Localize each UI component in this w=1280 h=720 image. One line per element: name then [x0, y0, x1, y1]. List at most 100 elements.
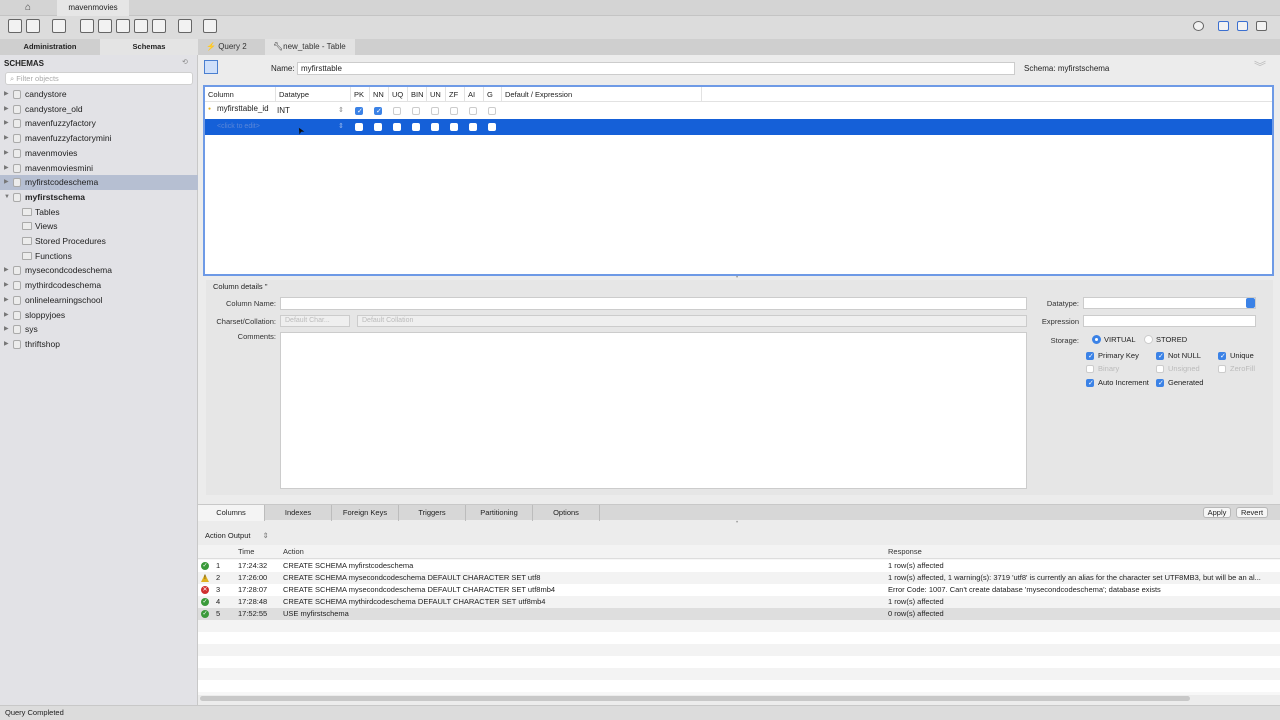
splitter-handle[interactable]: • — [736, 520, 738, 526]
output-row[interactable] — [198, 668, 1280, 680]
collapse-chevron-icon[interactable]: ︾ — [1254, 58, 1266, 75]
home-tab[interactable]: ⌂ — [0, 0, 56, 16]
radio-virtual[interactable]: VIRTUAL — [1092, 335, 1136, 345]
grid-header[interactable]: BIN — [408, 87, 427, 102]
flag-checkbox-un[interactable] — [431, 123, 439, 131]
output-row[interactable]: ✓ 4 17:28:48 CREATE SCHEMA mythirdcodeschem… — [198, 596, 1280, 608]
schema-item[interactable]: ▶ mythirdcodeschema — [0, 278, 198, 293]
tab-new-table[interactable]: 🔧︎new_table - Table — [265, 39, 355, 55]
output-row[interactable] — [198, 620, 1280, 632]
toolbar-button-icon[interactable] — [134, 19, 148, 33]
grid-header[interactable]: ZF — [446, 87, 465, 102]
toolbar-button-icon[interactable] — [116, 19, 130, 33]
grid-header[interactable]: Datatype — [276, 87, 351, 102]
flag-checkbox-g[interactable] — [488, 123, 496, 131]
schema-item[interactable]: ▼ myfirstschema — [0, 190, 198, 205]
refresh-icon[interactable]: ⟲ — [182, 58, 188, 66]
toolbar-button-icon[interactable] — [152, 19, 166, 33]
collapsed-triangle-icon[interactable]: ▶ — [4, 263, 9, 278]
output-row[interactable] — [198, 632, 1280, 644]
checkbox-primary-key[interactable]: Primary Key — [1086, 351, 1139, 362]
toolbar-button-icon[interactable] — [26, 19, 40, 33]
schema-item[interactable]: ▶ mavenmovies — [0, 146, 198, 161]
collapsed-triangle-icon[interactable]: ▶ — [4, 175, 9, 190]
flag-checkbox-uq[interactable] — [393, 107, 401, 115]
collation-select[interactable]: Default Collation — [357, 315, 1027, 327]
output-row[interactable]: ✕ 3 17:28:07 CREATE SCHEMA mysecondcodesche… — [198, 584, 1280, 596]
output-row[interactable]: ✓ 1 17:24:32 CREATE SCHEMA myfirstcodeschem… — [198, 560, 1280, 572]
toggle-sidebar-icon[interactable] — [1218, 21, 1229, 31]
schema-child-item[interactable]: Stored Procedures — [0, 234, 198, 249]
table-name-input[interactable]: myfirsttable — [297, 62, 1015, 75]
toolbar-button-icon[interactable] — [8, 19, 22, 33]
flag-checkbox-nn[interactable] — [374, 107, 382, 115]
flag-checkbox-bin[interactable] — [412, 107, 420, 115]
checkbox-not-null[interactable]: Not NULL — [1156, 351, 1201, 362]
flag-checkbox-nn[interactable] — [374, 123, 382, 131]
toggle-secondary-sidebar-icon[interactable] — [1256, 21, 1267, 31]
schema-item[interactable]: ▶ myfirstcodeschema — [0, 175, 198, 190]
radio-stored[interactable]: STORED — [1144, 335, 1187, 345]
schema-item[interactable]: ▶ mavenfuzzyfactory — [0, 116, 198, 131]
grid-header[interactable]: PK — [351, 87, 370, 102]
output-row[interactable]: ! 2 17:26:00 CREATE SCHEMA mysecondcodesche… — [198, 572, 1280, 584]
flag-checkbox-zf[interactable] — [450, 107, 458, 115]
tab-query-2[interactable]: ⚡ Query 2 — [198, 39, 265, 55]
checkbox-unique[interactable]: Unique — [1218, 351, 1254, 362]
schema-item[interactable]: ▶ thriftshop — [0, 337, 198, 352]
datatype-stepper-icon[interactable]: ⇕ — [338, 106, 344, 114]
connection-tab[interactable]: mavenmovies — [57, 0, 129, 16]
schema-item[interactable]: ▶ candystore — [0, 87, 198, 102]
tab-administration[interactable]: Administration — [0, 39, 100, 55]
account-icon[interactable] — [1193, 21, 1204, 31]
expanded-triangle-icon[interactable]: ▼ — [4, 190, 10, 205]
datatype-select[interactable] — [1083, 297, 1256, 309]
output-row[interactable]: ✓ 5 17:52:55 USE myfirstschema 0 row(s) affe… — [198, 608, 1280, 620]
schema-item[interactable]: ▶ mavenfuzzyfactorymini — [0, 131, 198, 146]
grid-header[interactable]: AI — [465, 87, 484, 102]
toolbar-button-icon[interactable] — [98, 19, 112, 33]
collapsed-triangle-icon[interactable]: ▶ — [4, 131, 9, 146]
toggle-output-icon[interactable] — [1237, 21, 1248, 31]
tab-foreign-keys[interactable]: Foreign Keys — [332, 505, 399, 521]
flag-checkbox-zf[interactable] — [450, 123, 458, 131]
grid-header[interactable]: Default / Expression — [502, 87, 702, 102]
flag-checkbox-pk[interactable] — [355, 107, 363, 115]
toolbar-button-icon[interactable] — [52, 19, 66, 33]
toolbar-button-icon[interactable] — [203, 19, 217, 33]
collapsed-triangle-icon[interactable]: ▶ — [4, 322, 9, 337]
tab-options[interactable]: Options — [533, 505, 600, 521]
collapsed-triangle-icon[interactable]: ▶ — [4, 102, 9, 117]
column-name-cell[interactable]: <click to edit> — [217, 123, 260, 130]
checkbox-auto-increment[interactable]: Auto Increment — [1086, 378, 1149, 389]
grid-header[interactable]: UN — [427, 87, 446, 102]
grid-header[interactable]: NN — [370, 87, 389, 102]
grid-header[interactable]: UQ — [389, 87, 408, 102]
tab-indexes[interactable]: Indexes — [265, 505, 332, 521]
charset-select[interactable]: Default Char... — [280, 315, 350, 327]
flag-checkbox-bin[interactable] — [412, 123, 420, 131]
schema-item[interactable]: ▶ sys — [0, 322, 198, 337]
flag-checkbox-g[interactable] — [488, 107, 496, 115]
schema-item[interactable]: ▶ sloppyjoes — [0, 308, 198, 323]
collapsed-triangle-icon[interactable]: ▶ — [4, 337, 9, 352]
collapsed-triangle-icon[interactable]: ▶ — [4, 116, 9, 131]
flag-checkbox-ai[interactable] — [469, 123, 477, 131]
collapsed-triangle-icon[interactable]: ▶ — [4, 278, 9, 293]
flag-checkbox-ai[interactable] — [469, 107, 477, 115]
tab-triggers[interactable]: Triggers — [399, 505, 466, 521]
tab-columns[interactable]: Columns — [198, 505, 265, 521]
flag-checkbox-un[interactable] — [431, 107, 439, 115]
grid-header[interactable]: G — [484, 87, 502, 102]
grid-row[interactable]: <click to edit> ⇕ — [205, 119, 1272, 135]
collapsed-triangle-icon[interactable]: ▶ — [4, 146, 9, 161]
columns-grid[interactable]: Column Datatype PK NN UQ BIN UN ZF AI G Default / … — [203, 85, 1274, 276]
schema-child-item[interactable]: Views — [0, 219, 198, 234]
column-name-cell[interactable]: myfirsttable_id — [217, 104, 269, 113]
output-row[interactable] — [198, 656, 1280, 668]
column-name-input[interactable] — [280, 297, 1027, 310]
collapsed-triangle-icon[interactable]: ▶ — [4, 293, 9, 308]
datatype-stepper-icon[interactable]: ⇕ — [338, 122, 344, 130]
schema-item[interactable]: ▶ candystore_old — [0, 102, 198, 117]
toolbar-button-icon[interactable] — [178, 19, 192, 33]
